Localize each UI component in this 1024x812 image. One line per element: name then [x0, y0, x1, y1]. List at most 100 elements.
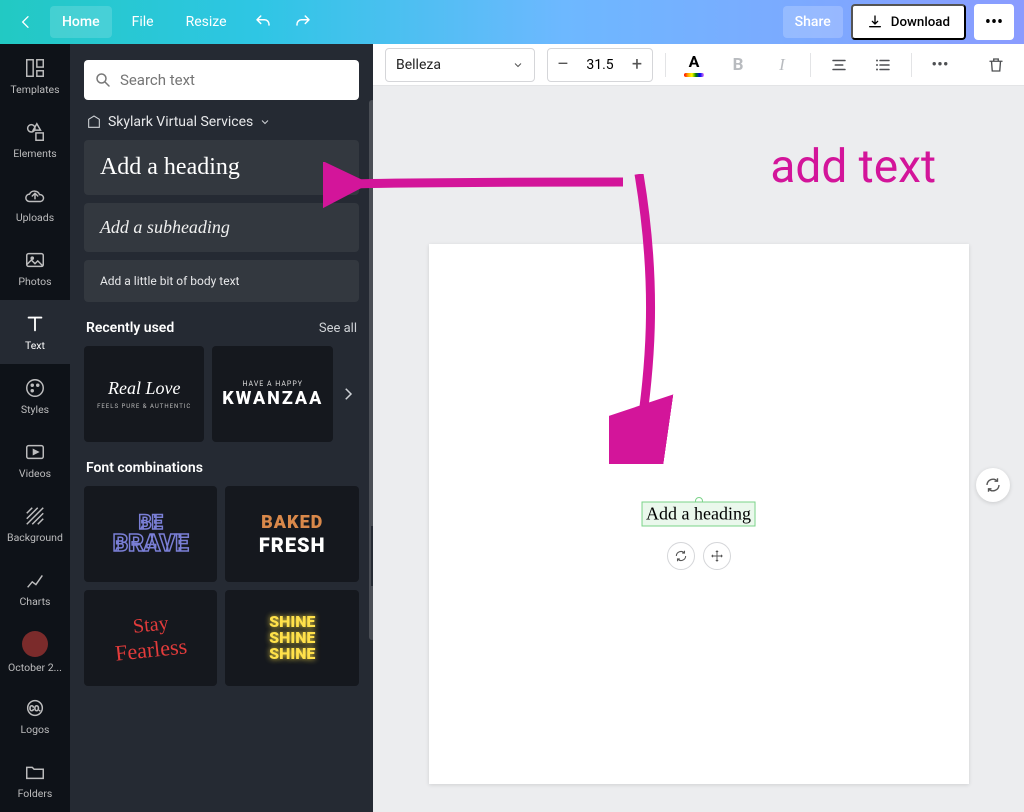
combo-tile-3[interactable]: SHINE SHINE SHINE: [225, 590, 359, 686]
add-heading-button[interactable]: Add a heading: [84, 140, 359, 195]
photos-icon: [24, 249, 46, 271]
rail-folders[interactable]: Folders: [0, 748, 70, 812]
rail-label: Elements: [13, 147, 57, 160]
combos-title: Font combinations: [86, 460, 203, 476]
text-color-icon: A: [689, 52, 700, 71]
rail-uploads[interactable]: Uploads: [0, 172, 70, 236]
font-select[interactable]: Belleza: [385, 48, 535, 82]
redo-icon[interactable]: [287, 6, 319, 38]
trash-icon: [987, 56, 1005, 74]
logos-icon: CO.: [24, 697, 46, 719]
font-size-minus[interactable]: –: [548, 49, 578, 81]
font-name: Belleza: [396, 57, 441, 73]
elements-icon: [24, 121, 46, 143]
rail-label: Logos: [20, 723, 49, 736]
canvas-area: Belleza – 31.5 + A B I •••: [373, 44, 1024, 812]
search-input[interactable]: [120, 71, 349, 89]
rail-templates[interactable]: Templates: [0, 44, 70, 108]
refresh-button[interactable]: [976, 468, 1010, 502]
combo-tile-1[interactable]: BAKED FRESH: [225, 486, 359, 582]
rail-label: Folders: [18, 787, 53, 800]
text-panel: Skylark Virtual Services Add a heading A…: [70, 44, 373, 812]
color-swatch: [684, 73, 704, 77]
align-button[interactable]: [823, 49, 855, 81]
align-center-icon: [830, 56, 848, 74]
move-icon: [710, 549, 724, 563]
videos-icon: [24, 441, 46, 463]
add-body-button[interactable]: Add a little bit of body text: [84, 260, 359, 302]
chevron-down-icon: [512, 59, 524, 71]
rail-text[interactable]: Text: [0, 300, 70, 364]
background-icon: [24, 505, 46, 527]
sync-button[interactable]: [667, 542, 695, 570]
chevron-down-icon: [259, 116, 271, 128]
chevron-right-icon: [339, 385, 357, 403]
add-body-label: Add a little bit of body text: [100, 274, 343, 288]
templates-icon: [24, 57, 46, 79]
more-menu[interactable]: •••: [974, 4, 1014, 40]
rail-label: Uploads: [16, 211, 54, 224]
combo-tile-2[interactable]: Stay Fearless: [84, 590, 218, 686]
styles-icon: [24, 377, 46, 399]
rail-photos[interactable]: Photos: [0, 236, 70, 300]
rail-videos[interactable]: Videos: [0, 428, 70, 492]
delete-button[interactable]: [980, 49, 1012, 81]
refresh-icon: [984, 476, 1002, 494]
recent-next[interactable]: [337, 383, 359, 405]
rail-label: Videos: [19, 467, 51, 480]
text-toolbar: Belleza – 31.5 + A B I •••: [373, 44, 1024, 86]
bold-button[interactable]: B: [722, 49, 754, 81]
brand-label: Skylark Virtual Services: [108, 114, 253, 130]
document-viewport[interactable]: Add a heading: [373, 86, 1024, 812]
add-subheading-label: Add a subheading: [100, 217, 343, 238]
move-button[interactable]: [703, 542, 731, 570]
rail-label: October 2...: [8, 661, 62, 674]
list-button[interactable]: [867, 49, 899, 81]
search-input-wrap[interactable]: [84, 60, 359, 100]
share-button[interactable]: Share: [783, 6, 843, 38]
recent-title: Recently used: [86, 320, 174, 336]
text-color-button[interactable]: A: [678, 49, 710, 81]
file-menu[interactable]: File: [120, 6, 166, 38]
see-all-link[interactable]: See all: [319, 321, 357, 336]
rail-logos[interactable]: CO. Logos: [0, 684, 70, 748]
download-button[interactable]: Download: [851, 4, 966, 40]
search-icon: [94, 71, 112, 89]
tool-rail: Templates Elements Uploads Photos Text S…: [0, 44, 70, 812]
page[interactable]: Add a heading: [429, 244, 969, 784]
italic-button[interactable]: I: [766, 49, 798, 81]
list-icon: [874, 56, 892, 74]
folders-icon: [24, 761, 46, 783]
resize-menu[interactable]: Resize: [174, 6, 239, 38]
sync-icon: [674, 549, 688, 563]
toolbar-more[interactable]: •••: [924, 49, 956, 81]
svg-text:CO.: CO.: [29, 703, 40, 712]
top-bar: Home File Resize Share Download •••: [0, 0, 1024, 44]
rail-label: Background: [7, 531, 63, 544]
selected-text-element[interactable]: Add a heading: [641, 502, 756, 527]
rail-label: Text: [25, 339, 45, 352]
rail-october[interactable]: October 2...: [0, 620, 70, 684]
download-label: Download: [891, 15, 950, 30]
charts-icon: [24, 569, 46, 591]
rail-label: Styles: [21, 403, 49, 416]
font-size-value: 31.5: [578, 57, 622, 73]
undo-icon[interactable]: [247, 6, 279, 38]
rail-styles[interactable]: Styles: [0, 364, 70, 428]
add-subheading-button[interactable]: Add a subheading: [84, 203, 359, 252]
combo-tile-0[interactable]: BE BRAVE: [84, 486, 218, 582]
text-icon: [24, 313, 46, 335]
brand-dropdown[interactable]: Skylark Virtual Services: [86, 114, 357, 130]
font-size-plus[interactable]: +: [622, 49, 652, 81]
add-heading-label: Add a heading: [100, 154, 343, 181]
rail-charts[interactable]: Charts: [0, 556, 70, 620]
rail-background[interactable]: Background: [0, 492, 70, 556]
font-size-stepper[interactable]: – 31.5 +: [547, 48, 653, 82]
rail-elements[interactable]: Elements: [0, 108, 70, 172]
recent-tile-0[interactable]: Real Love FEELS PURE & AUTHENTIC: [84, 346, 205, 442]
home-button[interactable]: Home: [50, 6, 112, 38]
recent-tile-1[interactable]: HAVE A HAPPY KWANZAA: [212, 346, 333, 442]
folder-thumb-icon: [22, 631, 48, 657]
back-icon[interactable]: [10, 6, 42, 38]
brand-icon: [86, 114, 102, 130]
